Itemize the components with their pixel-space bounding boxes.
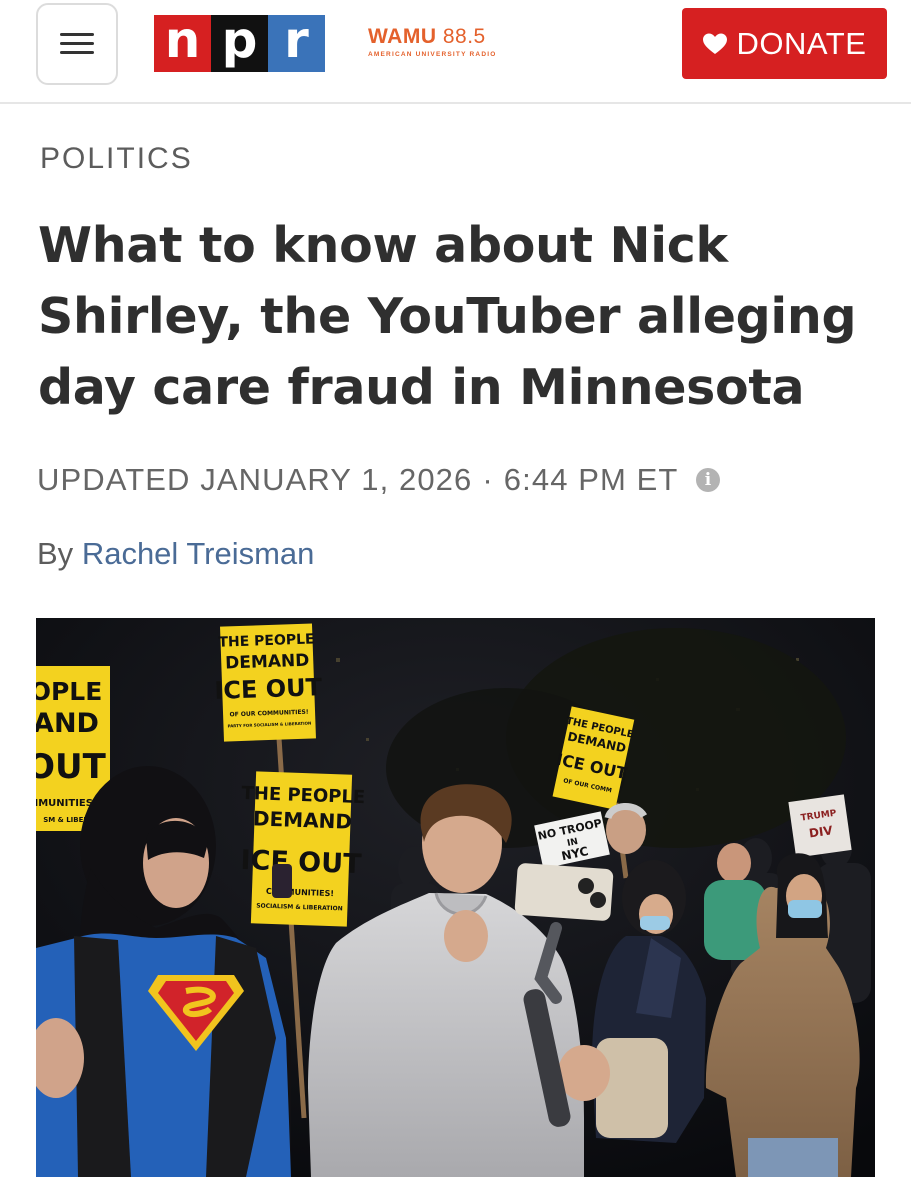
npr-logo-p: p [211, 15, 268, 72]
updated-date: UPDATED JANUARY 1, 2026 [37, 462, 473, 497]
svg-text:SM & LIBER: SM & LIBER [43, 816, 89, 824]
byline-prefix: By [37, 536, 74, 571]
svg-text:AND: AND [36, 708, 99, 739]
protest-sign-3: THE PEOPLE DEMAND ICE OUT COMMUNITIES! S… [240, 771, 366, 927]
npr-logo[interactable]: n p r [154, 15, 325, 72]
station-name: WAMU [368, 25, 437, 48]
svg-text:THE PEOPLE: THE PEOPLE [241, 783, 365, 808]
article-dateline: UPDATED JANUARY 1, 2026 · 6:44 PM ET i [37, 462, 721, 498]
donate-label: DONATE [736, 25, 867, 61]
protest-sign-2: THE PEOPLE DEMAND ICE OUT OF OUR COMMUNI… [214, 623, 323, 742]
dateline-separator: · [482, 462, 494, 497]
updated-time: 6:44 PM ET [503, 462, 679, 497]
author-link[interactable]: Rachel Treisman [82, 536, 315, 571]
station-tagline: AMERICAN UNIVERSITY RADIO [368, 51, 497, 58]
svg-text:THE PEOPLE: THE PEOPLE [218, 631, 315, 650]
site-header: n p r WAMU 88.5 AMERICAN UNIVERSITY RADI… [0, 0, 911, 104]
svg-text:ICE OUT: ICE OUT [240, 845, 363, 880]
svg-text:IMUNITIES!: IMUNITIES! [36, 798, 98, 809]
heart-icon [702, 33, 727, 54]
hamburger-menu-icon [60, 33, 94, 55]
menu-button[interactable] [36, 3, 118, 85]
byline: By Rachel Treisman [37, 536, 314, 572]
svg-text:DEMAND: DEMAND [225, 651, 310, 674]
svg-text:OUT: OUT [36, 747, 107, 787]
svg-text:OPLE: OPLE [36, 677, 102, 706]
protest-sign-6: TRUMP DIV [788, 794, 852, 858]
section-link[interactable]: POLITICS [40, 142, 193, 176]
svg-text:DEMAND: DEMAND [253, 806, 353, 833]
protest-photo: OPLE AND OUT IMUNITIES! SM & LIBER THE P… [36, 618, 875, 1177]
article-headline: What to know about Nick Shirley, the You… [38, 217, 857, 416]
donate-button[interactable]: DONATE [682, 8, 887, 79]
svg-text:ICE OUT: ICE OUT [214, 673, 323, 705]
info-icon[interactable]: i [696, 468, 721, 492]
article-photo[interactable]: OPLE AND OUT IMUNITIES! SM & LIBER THE P… [36, 618, 875, 1177]
station-logo[interactable]: WAMU 88.5 AMERICAN UNIVERSITY RADIO [368, 25, 508, 58]
station-frequency: 88.5 [442, 25, 486, 48]
npr-logo-n: n [154, 15, 211, 72]
npr-logo-r: r [268, 15, 325, 72]
